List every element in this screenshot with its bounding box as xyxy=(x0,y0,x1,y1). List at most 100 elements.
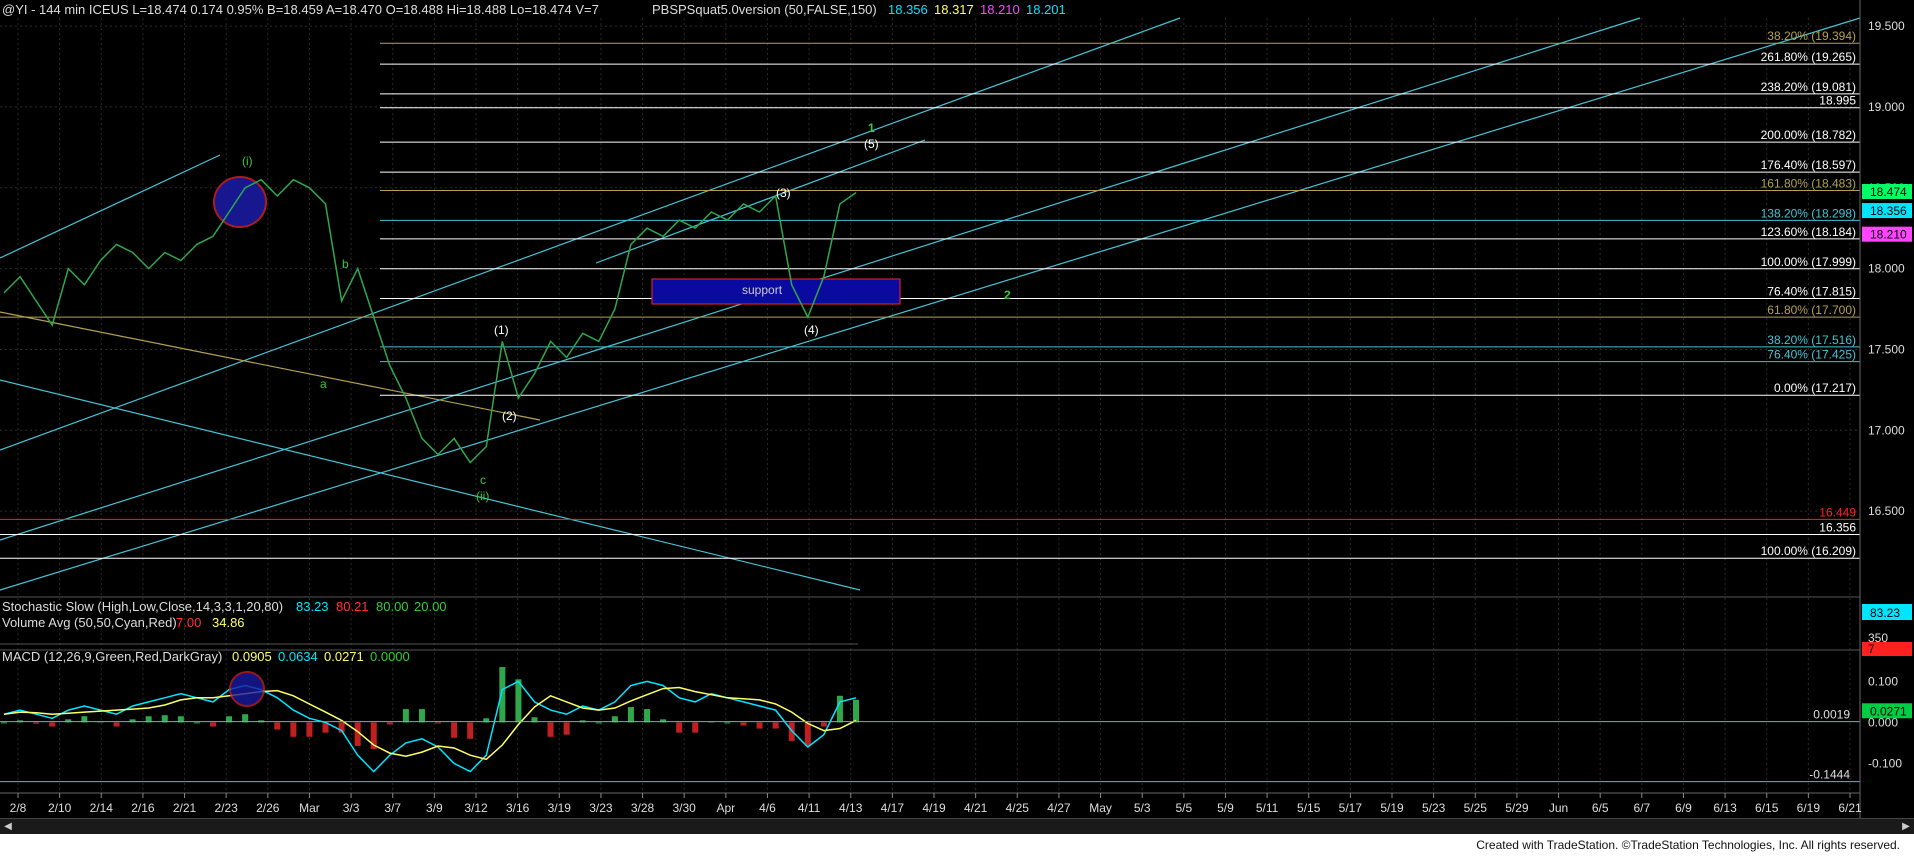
macd-hist-bar xyxy=(499,667,506,723)
fib-label: 161.80% (18.483) xyxy=(1761,177,1856,191)
x-tick-label: 5/29 xyxy=(1505,801,1529,815)
x-tick-label: 5/11 xyxy=(1256,801,1279,815)
x-tick-label: 5/19 xyxy=(1380,801,1404,815)
fib-label: 76.40% (17.425) xyxy=(1767,348,1856,362)
wave-label-2: 2 xyxy=(1004,288,1011,302)
x-tick-label: 2/16 xyxy=(131,801,155,815)
macd-title: MACD (12,26,9,Green,Red,DarkGray) xyxy=(2,649,222,664)
x-tick-label: 6/9 xyxy=(1675,801,1692,815)
x-tick-label: 3/28 xyxy=(631,801,655,815)
support-label: support xyxy=(742,283,783,297)
macd-level-label: -0.1444 xyxy=(1809,768,1850,782)
macd-hist-bar xyxy=(595,722,602,724)
fib-label: 261.80% (19.265) xyxy=(1761,50,1856,64)
wave-label-5-sub: (5) xyxy=(864,137,879,151)
x-tick-label: Mar xyxy=(299,801,320,815)
x-tick-label: 6/15 xyxy=(1755,801,1779,815)
fib-label: 0.00% (17.217) xyxy=(1774,381,1856,395)
fib-label: 200.00% (18.782) xyxy=(1761,128,1856,142)
x-tick-label: 5/3 xyxy=(1134,801,1151,815)
horizontal-scrollbar[interactable]: ◀ ▶ xyxy=(0,818,1914,835)
macd-hist-bar xyxy=(306,722,313,737)
indicator-value-2: 18.317 xyxy=(934,2,974,17)
macd-hist-bar xyxy=(113,722,120,727)
scroll-right-icon[interactable]: ▶ xyxy=(1900,821,1912,833)
fib-label: 100.00% (16.209) xyxy=(1761,544,1856,558)
x-tick-label: 2/23 xyxy=(215,801,239,815)
y-tick-label: 18.000 xyxy=(1868,262,1905,276)
macd-hist-bar xyxy=(853,699,859,723)
indicator-name: PBSPSquat5.0version (50,FALSE,150) xyxy=(652,2,877,17)
x-tick-label: 6/19 xyxy=(1797,801,1821,815)
fib-label: 76.40% (17.815) xyxy=(1767,285,1856,299)
macd-hist-bar xyxy=(402,709,409,723)
price-tag-label: 18.210 xyxy=(1870,228,1907,242)
y-tick-label: 19.000 xyxy=(1868,100,1905,114)
wave-label-3-sub: (3) xyxy=(776,186,791,200)
wave-label-1: 1 xyxy=(868,121,875,135)
macd-value-3: 0.0271 xyxy=(324,649,364,664)
macd-hist-bar xyxy=(547,722,554,737)
x-tick-label: 4/13 xyxy=(839,801,863,815)
macd-hist-bar xyxy=(386,722,393,725)
fib-label: 18.995 xyxy=(1819,94,1856,108)
indicator-value-1: 18.356 xyxy=(888,2,928,17)
volume-axis-label-2: 7 xyxy=(1868,642,1875,656)
x-tick-label: 6/5 xyxy=(1592,801,1609,815)
macd-hist-bar xyxy=(740,722,747,726)
x-tick-label: 2/26 xyxy=(256,801,280,815)
indicator-value-3: 18.210 xyxy=(980,2,1020,17)
x-tick-label: 5/17 xyxy=(1339,801,1363,815)
macd-value-2: 0.0634 xyxy=(278,649,318,664)
x-tick-label: 4/17 xyxy=(881,801,905,815)
x-tick-label: 3/16 xyxy=(506,801,530,815)
fib-label: 16.449 xyxy=(1819,505,1856,519)
x-tick-label: Jun xyxy=(1549,801,1568,815)
stoch-axis-label: 83.23 xyxy=(1870,606,1900,620)
macd-hist-bar xyxy=(772,722,779,729)
y-tick-label: 17.000 xyxy=(1868,423,1905,437)
x-tick-label: 5/25 xyxy=(1464,801,1488,815)
scroll-left-icon[interactable]: ◀ xyxy=(2,821,14,833)
macd-level-label: 0.0019 xyxy=(1813,708,1850,722)
fib-label: 238.20% (19.081) xyxy=(1761,80,1856,94)
wave-i-highlight xyxy=(213,176,267,228)
price-tag-label: 18.356 xyxy=(1870,204,1907,218)
macd-hist-bar xyxy=(467,722,474,739)
volume-value-1: 7.00 xyxy=(176,615,201,630)
footer: Created with TradeStation. ©TradeStation… xyxy=(0,834,1914,856)
wave-label-ii: (ii) xyxy=(476,489,489,503)
macd-hist-bar xyxy=(209,722,216,727)
wave-label-a: a xyxy=(320,377,327,391)
macd-hist-bar xyxy=(756,722,763,729)
x-tick-label: 4/27 xyxy=(1047,801,1071,815)
wave-label-c: c xyxy=(480,473,486,487)
x-tick-label: 4/6 xyxy=(759,801,776,815)
macd-tick-label: -0.100 xyxy=(1868,756,1902,770)
macd-hist-bar xyxy=(644,709,651,723)
wave-label-i: (i) xyxy=(242,154,253,168)
macd-hist-bar xyxy=(1,722,7,724)
macd-hist-bar xyxy=(435,722,442,724)
x-tick-label: 3/19 xyxy=(548,801,572,815)
fib-label: 123.60% (18.184) xyxy=(1761,225,1856,239)
volume-value-2: 34.86 xyxy=(212,615,245,630)
x-tick-label: 6/13 xyxy=(1713,801,1737,815)
macd-hist-bar xyxy=(804,722,811,746)
stoch-value-1: 83.23 xyxy=(296,599,329,614)
macd-hist-bar xyxy=(193,722,200,724)
x-tick-label: 5/5 xyxy=(1175,801,1192,815)
price-chart: 38.20% (19.394)261.80% (19.265)238.20% (… xyxy=(0,0,1914,856)
x-tick-label: 3/30 xyxy=(673,801,697,815)
macd-hist-bar xyxy=(290,722,297,737)
wave-label-1-sub: (1) xyxy=(494,323,509,337)
x-tick-label: 4/25 xyxy=(1006,801,1030,815)
y-tick-label: 19.500 xyxy=(1868,19,1905,33)
fib-label: 176.40% (18.597) xyxy=(1761,158,1856,172)
fib-label: 138.20% (18.298) xyxy=(1761,206,1856,220)
macd-tick-label: 0.100 xyxy=(1868,674,1898,688)
macd-hist-bar xyxy=(676,722,683,733)
macd-hist-bar xyxy=(49,722,56,727)
macd-hist-bar xyxy=(836,695,843,723)
x-tick-label: 2/21 xyxy=(173,801,197,815)
